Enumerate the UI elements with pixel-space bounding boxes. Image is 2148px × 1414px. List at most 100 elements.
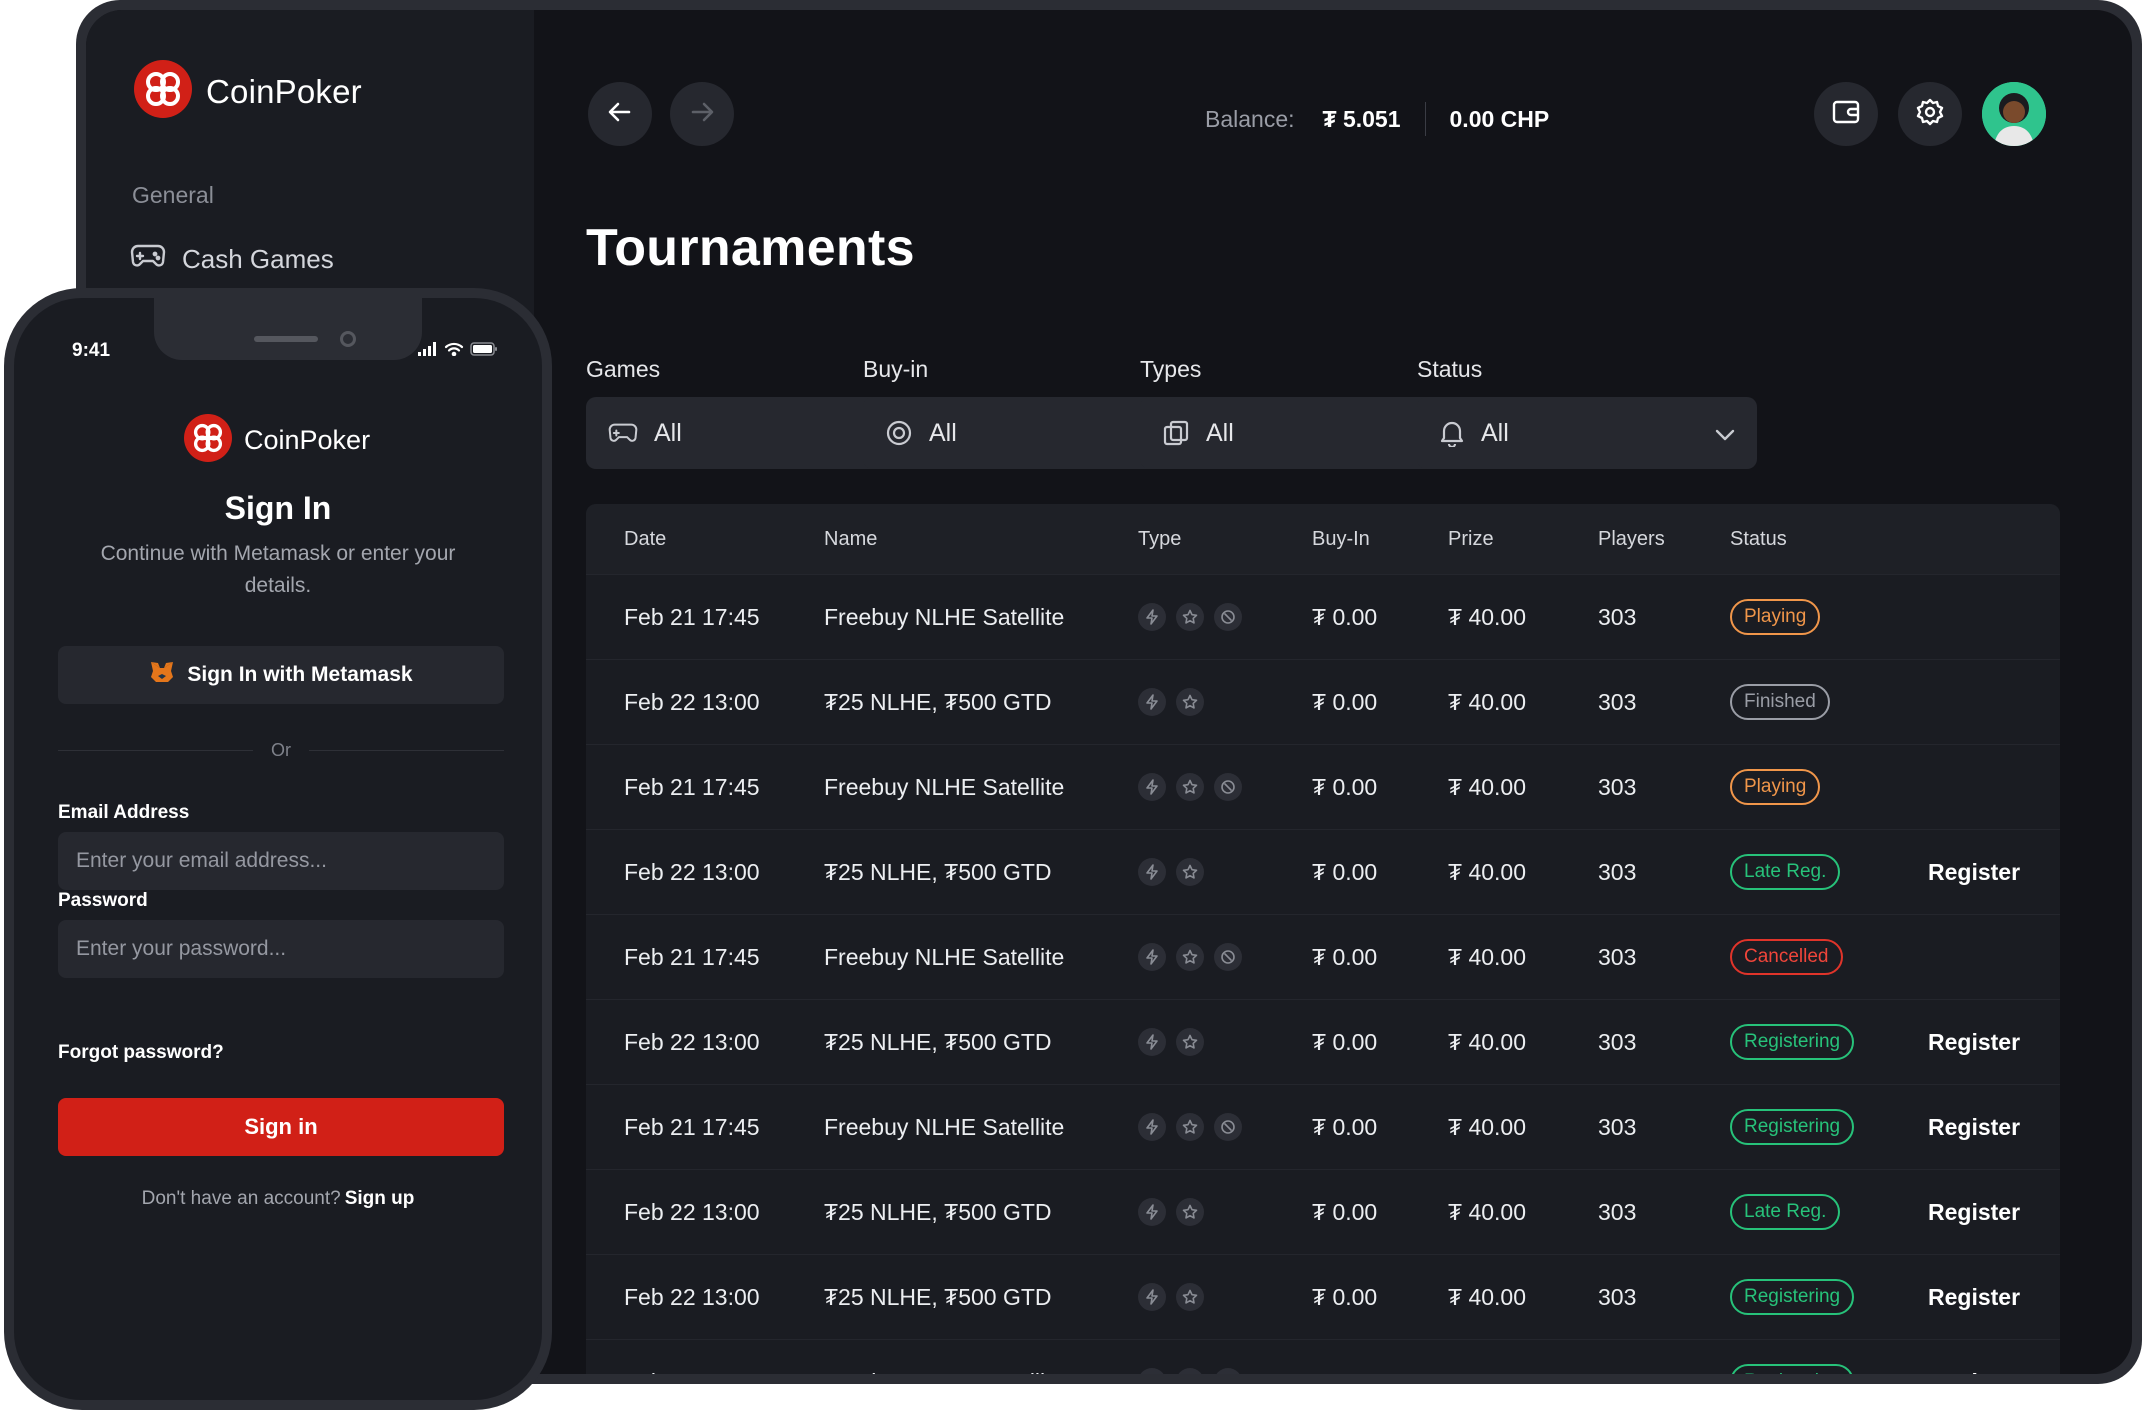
table-row[interactable]: Feb 22 13:00 ₮25 NLHE, ₮500 GTD ₮ 0.00 ₮ 40… [586,1254,2060,1339]
balance-display: Balance: ₮ 5.051 0.00 CHP [1205,102,1549,136]
divider-line [309,750,504,751]
cell-players: 303 [1598,1283,1637,1310]
column-header-type[interactable]: Type [1138,528,1181,551]
cell-date: Feb 21 17:45 [624,1369,760,1375]
or-label: Or [271,740,291,760]
metamask-fox-icon [149,660,175,690]
signin-title: Sign In [224,490,332,526]
forgot-password-link[interactable]: Forgot password? [58,1042,224,1064]
cell-prize: ₮ 40.00 [1448,1113,1526,1140]
cell-name: ₮25 NLHE, ₮500 GTD [824,688,1052,715]
status-badge: Registering [1730,1364,1855,1374]
column-header-prize[interactable]: Prize [1448,528,1494,551]
column-header-date[interactable]: Date [624,528,666,551]
table-row[interactable]: Feb 22 13:00 ₮25 NLHE, ₮500 GTD ₮ 0.00 ₮ 40… [586,999,2060,1084]
cell-status: Late Reg. [1730,854,1841,890]
register-button[interactable]: Register [1928,1369,2020,1375]
sidebar-section-general: General [132,182,214,208]
star-icon [1176,1028,1204,1056]
cell-date: Feb 21 17:45 [624,603,760,630]
star-icon [1176,858,1204,886]
table-row[interactable]: Feb 21 17:45 Freebuy NLHE Satellite ₮ 0.00… [586,744,2060,829]
cell-prize: ₮ 40.00 [1448,603,1526,630]
cell-name: ₮25 NLHE, ₮500 GTD [824,1198,1052,1225]
cell-name: Freebuy NLHE Satellite [824,1113,1065,1140]
status-select[interactable]: All [1417,397,1757,469]
cell-name: Freebuy NLHE Satellite [824,773,1065,800]
cell-buyin: ₮ 0.00 [1312,1113,1378,1140]
signal-icon [418,342,438,361]
column-header-name[interactable]: Name [824,528,877,551]
register-button[interactable]: Register [1928,1114,2020,1141]
column-header-buyin[interactable]: Buy-In [1312,528,1370,551]
cell-buyin: ₮ 0.00 [1312,688,1378,715]
signup-link[interactable]: Sign up [345,1188,415,1209]
metamask-signin-button[interactable]: Sign In with Metamask [58,646,504,704]
cell-status: Registering [1730,1024,1855,1060]
cell-prize: ₮ 40.00 [1448,688,1526,715]
forward-button[interactable] [670,82,734,146]
cell-buyin: ₮ 0.00 [1312,1198,1378,1225]
signin-button[interactable]: Sign in [58,1098,504,1156]
table-row[interactable]: Feb 22 13:00 ₮25 NLHE, ₮500 GTD ₮ 0.00 ₮ 40… [586,829,2060,914]
phone-notch [154,298,422,360]
satellite-icon [1214,773,1242,801]
table-row[interactable]: Feb 21 17:45 Freebuy NLHE Satellite ₮ 0.00… [586,574,2060,659]
table-row[interactable]: Feb 21 17:45 Freebuy NLHE Satellite ₮ 0.00… [586,914,2060,999]
cell-type [1138,1113,1242,1141]
cell-prize: ₮ 40.00 [1448,1283,1526,1310]
wallet-button[interactable] [1814,82,1878,146]
table-row[interactable]: Feb 21 17:45 Freebuy NLHE Satellite ₮ 0.00… [586,1339,2060,1374]
password-field[interactable] [58,920,504,978]
status-badge: Registering [1730,1279,1855,1315]
table-row[interactable]: Feb 22 13:00 ₮25 NLHE, ₮500 GTD ₮ 0.00 ₮ 40… [586,659,2060,744]
star-icon [1176,1283,1204,1311]
cell-status: Finished [1730,684,1830,720]
cell-date: Feb 22 13:00 [624,688,760,715]
turbo-icon [1138,1113,1166,1141]
cell-status: Playing [1730,599,1821,635]
cell-players: 303 [1598,688,1637,715]
cell-date: Feb 22 13:00 [624,858,760,885]
column-header-status[interactable]: Status [1730,528,1787,551]
turbo-icon [1138,773,1166,801]
star-icon [1176,1368,1204,1374]
turbo-icon [1138,1283,1166,1311]
cell-buyin: ₮ 0.00 [1312,1369,1377,1375]
cell-players: 303 [1598,858,1637,885]
cell-name: Freebuy NLHE Satellite [824,1369,1064,1375]
phone-brand-logo: CoinPoker [184,414,370,467]
cell-type [1138,773,1242,801]
settings-button[interactable] [1898,82,1962,146]
cell-players: 303 [1598,1369,1636,1375]
user-avatar[interactable] [1982,82,2046,146]
register-button[interactable]: Register [1928,1029,2020,1056]
sidebar-item-cash-games[interactable]: Cash Games [130,242,334,277]
status-badge: Playing [1730,599,1821,635]
column-header-players[interactable]: Players [1598,528,1665,551]
coinpoker-logo-icon [184,414,232,467]
table-row[interactable]: Feb 22 13:00 ₮25 NLHE, ₮500 GTD ₮ 0.00 ₮ 40… [586,1169,2060,1254]
star-icon [1176,1113,1204,1141]
brand-logo[interactable]: CoinPoker [134,60,362,123]
table-row[interactable]: Feb 21 17:45 Freebuy NLHE Satellite ₮ 0.00… [586,1084,2060,1169]
wallet-icon [1831,98,1861,131]
cell-players: 303 [1598,1113,1637,1140]
select-value: All [1206,418,1234,447]
register-button[interactable]: Register [1928,1199,2020,1226]
cell-type [1138,943,1242,971]
register-button[interactable]: Register [1928,1284,2020,1311]
select-value: All [1481,418,1509,447]
signup-prompt-text: Don't have an account? [141,1188,341,1209]
satellite-icon [1214,1113,1242,1141]
cell-status: Late Reg. [1730,1194,1841,1230]
gamepad-icon [130,242,166,277]
register-button[interactable]: Register [1928,859,2020,886]
status-badge: Late Reg. [1730,1194,1841,1230]
cell-name: ₮25 NLHE, ₮500 GTD [824,1283,1052,1310]
cell-buyin: ₮ 0.00 [1312,1028,1378,1055]
wifi-icon [444,342,464,361]
back-button[interactable] [588,82,652,146]
email-field[interactable] [58,832,504,890]
turbo-icon [1138,858,1166,886]
